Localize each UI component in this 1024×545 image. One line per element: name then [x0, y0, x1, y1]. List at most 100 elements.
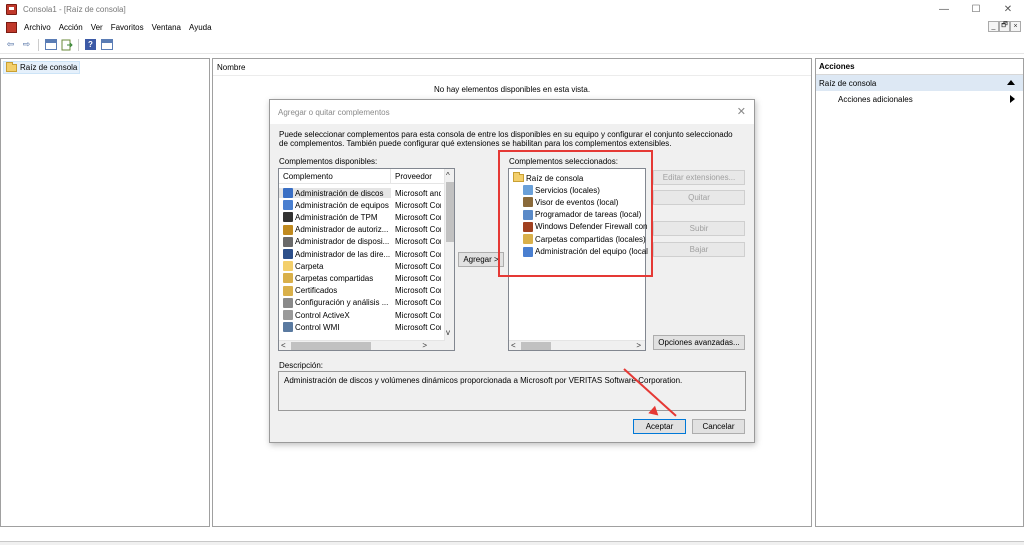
remove-button[interactable]: Quitar — [653, 190, 745, 205]
cancel-button[interactable]: Cancelar — [692, 419, 745, 434]
show-hide-tree-button[interactable] — [44, 38, 57, 51]
edit-extensions-button[interactable]: Editar extensiones... — [653, 170, 745, 185]
scroll-thumb[interactable] — [521, 342, 551, 350]
available-snapins-list[interactable]: Complemento Proveedor Administración de … — [278, 168, 455, 351]
advanced-options-button[interactable]: Opciones avanzadas... — [653, 335, 745, 350]
menu-ayuda[interactable]: Ayuda — [185, 23, 216, 32]
action-pane-icon — [100, 39, 113, 50]
snapin-vendor: Microsoft Cor — [395, 286, 441, 296]
selected-item-label: Administración del equipo (local — [535, 247, 648, 256]
collapse-up-icon[interactable] — [1007, 80, 1015, 85]
list-item[interactable]: Control ActiveX Microsoft Cor — [279, 309, 441, 321]
selected-item[interactable]: Servicios (locales) — [523, 184, 600, 196]
actions-section-header[interactable]: Raíz de consola — [816, 75, 1023, 91]
scroll-right-arrow-icon[interactable]: > — [636, 341, 641, 351]
mdi-close-button[interactable]: × — [1010, 21, 1021, 32]
console-menu-icon[interactable] — [6, 22, 17, 33]
selected-item[interactable]: Administración del equipo (local — [523, 246, 648, 258]
list-item[interactable]: Administrador de las dire... Microsoft Co… — [279, 248, 441, 260]
dialog-description: Puede seleccionar complementos para esta… — [279, 130, 733, 148]
snapin-name: Administración de equipos — [295, 200, 389, 210]
snapin-icon — [283, 200, 293, 211]
show-hide-action-pane-button[interactable] — [100, 38, 113, 51]
mdi-minimize-button[interactable]: _ — [988, 21, 999, 32]
list-item[interactable]: Carpetas compartidas Microsoft Cor — [279, 272, 441, 284]
snapin-vendor: Microsoft Cor — [395, 273, 441, 283]
selected-item[interactable]: Programador de tareas (local) — [523, 209, 641, 221]
snapin-name: Configuración y análisis ... — [295, 298, 389, 308]
available-snapins-label: Complementos disponibles: — [279, 157, 378, 166]
horizontal-scrollbar[interactable]: < > — [509, 340, 645, 350]
snapin-name: Carpetas compartidas — [295, 273, 374, 283]
snapin-icon — [523, 209, 533, 220]
list-item[interactable]: Administrador de disposi... Microsoft Cor — [279, 236, 441, 248]
snapin-name-cell: Certificados — [279, 285, 391, 296]
forward-arrow-icon[interactable]: ⇨ — [20, 38, 33, 51]
scroll-left-arrow-icon[interactable]: < — [511, 341, 516, 351]
column-complemento[interactable]: Complemento — [279, 169, 391, 184]
move-down-button[interactable]: Bajar — [653, 242, 745, 257]
scroll-down-arrow-icon[interactable]: v — [446, 328, 450, 338]
column-proveedor[interactable]: Proveedor — [391, 169, 446, 184]
selected-root[interactable]: Raíz de consola — [513, 172, 583, 184]
back-arrow-icon[interactable]: ⇦ — [4, 38, 17, 51]
snapin-name-cell: Control ActiveX — [279, 310, 391, 320]
mdi-restore-button[interactable]: 🗗 — [999, 21, 1010, 32]
menu-ventana[interactable]: Ventana — [148, 23, 185, 32]
list-item[interactable]: Administración de discos Microsoft and — [279, 187, 441, 199]
list-item[interactable]: Configuración y análisis ... Microsoft Co… — [279, 297, 441, 309]
snapin-icon — [523, 185, 533, 195]
move-up-button[interactable]: Subir — [653, 221, 745, 236]
actions-section-label: Raíz de consola — [819, 78, 877, 88]
snapin-name: Control ActiveX — [295, 310, 350, 320]
dialog-close-icon[interactable]: ✕ — [737, 105, 746, 118]
selected-item-label: Windows Defender Firewall con — [535, 222, 648, 232]
help-button[interactable]: ? — [84, 38, 97, 51]
menu-favoritos[interactable]: Favoritos — [107, 23, 148, 32]
snapin-name: Control WMI — [295, 322, 340, 332]
add-button[interactable]: Agregar > — [458, 252, 504, 267]
maximize-button[interactable]: ☐ — [960, 0, 992, 19]
minimize-button[interactable]: — — [928, 0, 960, 19]
list-item[interactable]: Administración de equipos Microsoft Cor — [279, 199, 441, 211]
selected-snapins-tree[interactable]: Raíz de consola Servicios (locales) Visor… — [508, 168, 648, 351]
selected-snapins-label: Complementos seleccionados: — [509, 157, 618, 166]
scroll-up-arrow-icon[interactable]: ^ — [446, 171, 450, 181]
window-title: Consola1 - [Raíz de consola] — [23, 5, 126, 14]
selected-item[interactable]: Visor de eventos (local) — [523, 196, 618, 208]
list-item[interactable]: Administrador de autoriz... Microsoft Cor — [279, 224, 441, 236]
scroll-thumb[interactable] — [446, 182, 454, 242]
list-item[interactable]: Certificados Microsoft Cor — [279, 285, 441, 297]
scroll-right-arrow-icon[interactable]: > — [422, 341, 427, 351]
snapin-icon — [283, 310, 293, 320]
toolbar: ⇦ ⇨ ? — [0, 36, 1024, 54]
list-item[interactable]: Carpeta Microsoft Cor — [279, 260, 441, 272]
snapin-name-cell: Administrador de las dire... — [279, 249, 391, 259]
horizontal-scrollbar[interactable]: < > — [279, 340, 445, 350]
menu-archivo[interactable]: Archivo — [20, 23, 55, 32]
snapin-icon — [283, 236, 293, 247]
console-tree-icon — [44, 39, 57, 50]
scroll-thumb[interactable] — [291, 342, 371, 350]
snapin-icon — [283, 224, 293, 235]
vertical-scrollbar[interactable]: ^ v — [444, 169, 454, 350]
actions-item-more[interactable]: Acciones adicionales — [816, 91, 1023, 107]
list-item[interactable]: Administración de TPM Microsoft Cor — [279, 211, 441, 223]
snapin-name-cell: Administración de TPM — [279, 212, 391, 223]
snapin-name: Administrador de autoriz... — [295, 225, 389, 235]
ok-button[interactable]: Aceptar — [633, 419, 686, 434]
snapin-icon — [283, 249, 293, 259]
column-header-nombre[interactable]: Nombre — [217, 63, 245, 72]
selected-item[interactable]: Windows Defender Firewall con — [523, 221, 648, 233]
snapin-name: Administrador de las dire... — [295, 249, 391, 259]
snapin-name-cell: Control WMI — [279, 322, 391, 333]
export-list-button[interactable] — [60, 38, 73, 51]
menu-accion[interactable]: Acción — [55, 23, 87, 32]
snapin-vendor: Microsoft Cor — [395, 298, 441, 308]
selected-item[interactable]: Carpetas compartidas (locales) — [523, 233, 646, 245]
scroll-left-arrow-icon[interactable]: < — [281, 341, 286, 351]
list-item[interactable]: Control WMI Microsoft Cor — [279, 321, 441, 333]
menu-ver[interactable]: Ver — [87, 23, 107, 32]
tree-item-root[interactable]: Raíz de consola — [3, 61, 81, 74]
close-button[interactable]: ✕ — [992, 0, 1024, 19]
